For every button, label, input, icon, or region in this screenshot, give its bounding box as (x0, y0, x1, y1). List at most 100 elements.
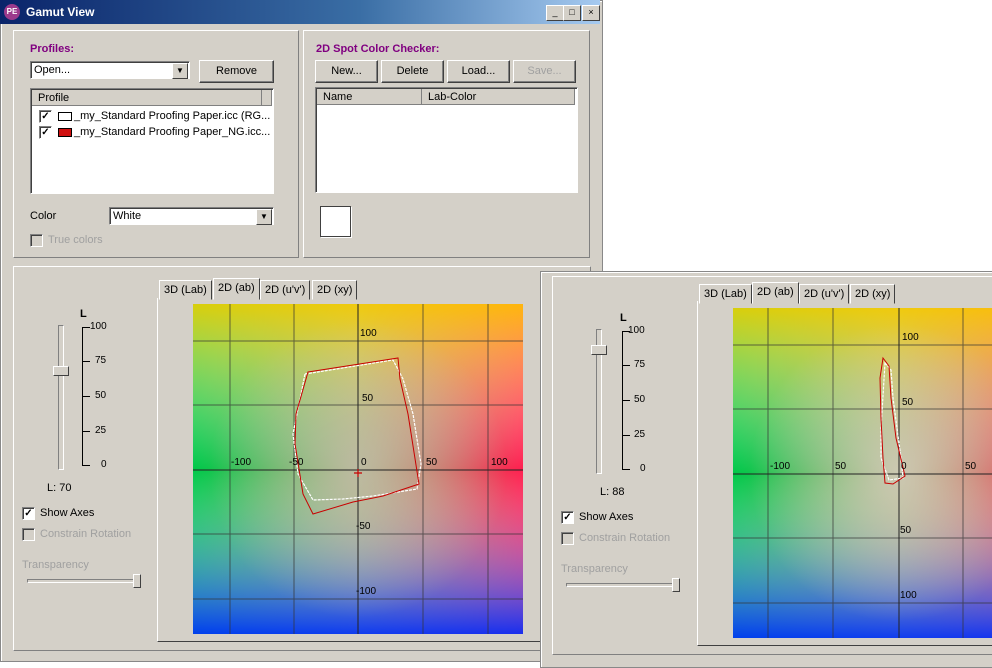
ab-plane-canvas[interactable] (193, 304, 523, 634)
tick-mark (82, 361, 90, 362)
maximize-button[interactable]: □ (563, 5, 581, 21)
spot-color-list[interactable]: Name Lab-Color (315, 87, 578, 193)
l-slider-label: L (80, 308, 87, 320)
spot-color-swatch (320, 206, 351, 237)
axis-label-origin: 0 (361, 457, 367, 468)
profile-color-swatch (58, 112, 72, 121)
axis-label-upper: 50 (362, 393, 374, 404)
constrain-rotation-label: Constrain Rotation (40, 528, 132, 540)
axis-label-right-near: 50 (965, 461, 977, 472)
profile-visible-checkbox[interactable]: ✓ (39, 126, 52, 139)
view-tabs: 3D (Lab) 2D (ab) 2D (u'v') 2D (xy) (699, 282, 909, 304)
ab-gamut-plot[interactable]: 100 50 -100 -50 0 50 100 -50 -100 (193, 304, 523, 634)
l-readout: L: 88 (600, 486, 625, 498)
open-profile-combo-value: Open... (34, 64, 71, 76)
l-slider-thumb[interactable] (53, 366, 69, 376)
profile-label: _my_Standard Proofing Paper.icc (RG... (74, 110, 271, 122)
l-tick-100: 100 (628, 325, 645, 336)
constrain-rotation-label: Constrain Rotation (579, 532, 671, 544)
l-slider-label: L (620, 312, 627, 324)
profiles-title: Profiles: (30, 43, 75, 55)
show-axes-label: Show Axes (40, 507, 95, 519)
l-tick-75: 75 (634, 359, 646, 370)
profile-row[interactable]: ✓ _my_Standard Proofing Paper_NG.icc... (37, 126, 270, 140)
transparency-slider-thumb[interactable] (133, 574, 141, 588)
color-combo[interactable]: White ▼ (109, 207, 274, 225)
close-button[interactable]: × (582, 5, 600, 21)
l-slider-thumb[interactable] (591, 345, 607, 355)
l-tick-25: 25 (95, 425, 107, 436)
tab-2d-uv[interactable]: 2D (u'v') (260, 280, 311, 300)
tick-mark (82, 465, 90, 466)
constrain-rotation-checkbox[interactable] (561, 532, 574, 545)
window-title: Gamut View (26, 5, 95, 19)
chevron-down-icon[interactable]: ▼ (256, 209, 272, 225)
profile-list-header[interactable]: Profile (32, 90, 262, 106)
lab-color-column-header[interactable]: Lab-Color (422, 89, 575, 105)
l-tick-25: 25 (634, 429, 646, 440)
ab-plane-canvas[interactable] (733, 308, 992, 638)
app-icon: PE (4, 4, 20, 20)
view-tabs: 3D (Lab) 2D (ab) 2D (u'v') 2D (xy) (159, 278, 369, 300)
delete-spot-button[interactable]: Delete (381, 60, 444, 83)
axis-label-left-far: -100 (770, 461, 791, 472)
axis-label-bottom: -100 (356, 586, 377, 597)
tab-2d-xy[interactable]: 2D (xy) (312, 280, 358, 300)
show-axes-checkbox[interactable]: ✓ (22, 507, 35, 520)
transparency-slider-track[interactable] (27, 579, 139, 583)
profile-list[interactable]: Profile ✓ _my_Standard Proofing Paper.ic… (30, 88, 274, 194)
true-colors-checkbox[interactable] (30, 234, 43, 247)
tick-mark (622, 435, 630, 436)
chevron-down-icon[interactable]: ▼ (172, 63, 188, 79)
profile-list-header-filler (262, 90, 272, 106)
l-tick-0: 0 (101, 459, 107, 470)
transparency-slider-thumb[interactable] (672, 578, 680, 592)
profile-color-swatch (58, 128, 72, 137)
tick-mark (622, 400, 630, 401)
save-spot-button[interactable]: Save... (513, 60, 576, 83)
axis-label-left-near: -50 (289, 457, 304, 468)
minimize-button[interactable]: _ (546, 5, 564, 21)
tick-mark (622, 365, 630, 366)
spot-color-title: 2D Spot Color Checker: (316, 43, 440, 55)
name-column-header[interactable]: Name (317, 89, 422, 105)
axis-label-upper: 50 (902, 397, 914, 408)
axis-label-top: 100 (360, 328, 377, 339)
constrain-rotation-checkbox[interactable] (22, 528, 35, 541)
axis-label-lower: 50 (900, 525, 912, 536)
show-axes-checkbox[interactable]: ✓ (561, 511, 574, 524)
transparency-label: Transparency (561, 563, 628, 575)
axis-label-right-near: 50 (426, 457, 438, 468)
load-spot-button[interactable]: Load... (447, 60, 510, 83)
ab-neutral-gradient (733, 308, 992, 638)
tab-3d-lab[interactable]: 3D (Lab) (159, 280, 212, 300)
color-label: Color (30, 210, 57, 222)
tab-2d-ab[interactable]: 2D (ab) (213, 278, 260, 300)
lab-color-column-label: Lab-Color (428, 91, 477, 103)
axis-label-right-far: 100 (491, 457, 508, 468)
l-tick-100: 100 (90, 321, 107, 332)
profile-row[interactable]: ✓ _my_Standard Proofing Paper.icc (RG... (37, 110, 271, 124)
new-spot-button[interactable]: New... (315, 60, 378, 83)
axis-label-left-far: -100 (231, 457, 252, 468)
remove-button[interactable]: Remove (199, 60, 274, 83)
axis-label-lower: -50 (356, 521, 371, 532)
axis-label-top: 100 (902, 332, 919, 343)
profile-column-header: Profile (38, 92, 70, 104)
axis-label-left-near: 50 (835, 461, 847, 472)
tick-mark (82, 396, 90, 397)
l-tick-75: 75 (95, 355, 107, 366)
l-readout: L: 70 (47, 482, 72, 494)
axis-label-origin: 0 (901, 461, 907, 472)
transparency-slider-track[interactable] (566, 583, 678, 587)
ab-gamut-plot[interactable]: 100 50 -100 50 0 50 50 100 (733, 308, 992, 638)
open-profile-combo[interactable]: Open... ▼ (30, 61, 190, 79)
true-colors-label: True colors (48, 234, 103, 246)
tick-mark (82, 431, 90, 432)
l-tick-50: 50 (634, 394, 646, 405)
name-column-label: Name (323, 91, 353, 103)
axis-label-bottom: 100 (900, 590, 917, 601)
profile-visible-checkbox[interactable]: ✓ (39, 110, 52, 123)
l-slider-track[interactable] (58, 325, 64, 470)
l-tick-0: 0 (640, 463, 646, 474)
